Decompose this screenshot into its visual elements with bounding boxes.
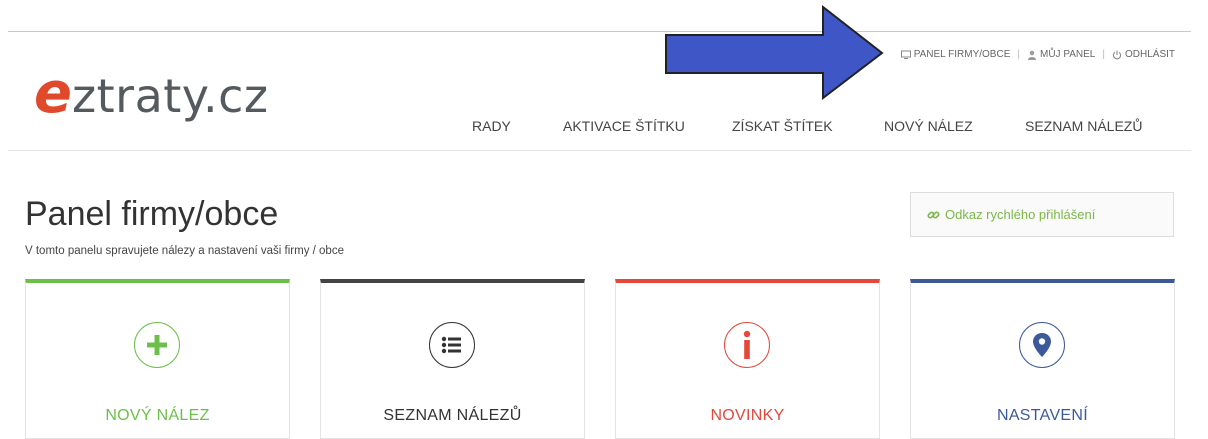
header-divider xyxy=(8,150,1191,151)
nav-item-seznam-nalezu[interactable]: SEZNAM NÁLEZŮ xyxy=(1025,118,1142,134)
site-logo[interactable]: e ztraty.cz xyxy=(34,66,269,123)
plus-icon xyxy=(146,335,167,355)
nav-separator: | xyxy=(1102,49,1105,60)
card-seznam-nalezu[interactable]: SEZNAM NÁLEZŮ xyxy=(320,279,585,439)
panel-firmy-link[interactable]: PANEL FIRMY/OBCE xyxy=(900,49,1011,60)
logout-label: ODHLÁSIT xyxy=(1124,49,1175,60)
logo-text: ztraty.cz xyxy=(71,69,269,123)
muj-panel-label: MŮJ PANEL xyxy=(1039,49,1096,60)
nav-item-novy-nalez[interactable]: NOVÝ NÁLEZ xyxy=(884,118,973,134)
card-novinky[interactable]: NOVINKY xyxy=(615,279,880,439)
info-circle xyxy=(723,322,770,368)
nav-item-ziskat-stitek[interactable]: ZÍSKAT ŠTÍTEK xyxy=(732,118,833,134)
plus-circle xyxy=(133,322,180,368)
quick-login-link-button[interactable]: Odkaz rychlého přihlášení xyxy=(910,192,1174,237)
page-subtitle: V tomto panelu spravujete nálezy a nasta… xyxy=(25,245,344,257)
card-label: NASTAVENÍ xyxy=(996,407,1088,424)
top-rule xyxy=(8,31,1191,32)
page-title: Panel firmy/obce xyxy=(25,195,279,233)
logout-link[interactable]: ODHLÁSIT xyxy=(1112,49,1175,60)
nav-separator: | xyxy=(1017,49,1020,60)
quick-login-label: Odkaz rychlého přihlášení xyxy=(945,207,1096,222)
info-icon xyxy=(743,330,750,359)
power-icon xyxy=(1112,50,1122,59)
card-label: NOVINKY xyxy=(710,407,785,424)
card-nastaveni[interactable]: NASTAVENÍ xyxy=(910,279,1175,439)
card-label: SEZNAM NÁLEZŮ xyxy=(383,407,522,424)
main-nav: RADY AKTIVACE ŠTÍTKU ZÍSKAT ŠTÍTEK NOVÝ … xyxy=(0,118,1208,138)
monitor-icon xyxy=(900,50,911,59)
list-circle xyxy=(428,322,475,368)
pin-circle xyxy=(1018,322,1065,368)
nav-item-rady[interactable]: RADY xyxy=(472,118,511,134)
user-icon xyxy=(1027,50,1036,60)
nav-item-aktivace-stitku[interactable]: AKTIVACE ŠTÍTKU xyxy=(563,118,685,134)
muj-panel-link[interactable]: MŮJ PANEL xyxy=(1027,49,1095,60)
map-pin-icon xyxy=(1032,333,1051,357)
list-icon xyxy=(441,336,461,354)
logo-e-letter: e xyxy=(34,61,72,126)
link-icon xyxy=(927,210,940,219)
card-novy-nalez[interactable]: NOVÝ NÁLEZ xyxy=(25,279,290,439)
card-label: NOVÝ NÁLEZ xyxy=(105,407,210,424)
top-nav: PANEL FIRMY/OBCE | MŮJ PANEL | ODHLÁSIT xyxy=(900,49,1175,60)
panel-firmy-label: PANEL FIRMY/OBCE xyxy=(913,49,1011,60)
annotation-arrow xyxy=(665,5,884,100)
